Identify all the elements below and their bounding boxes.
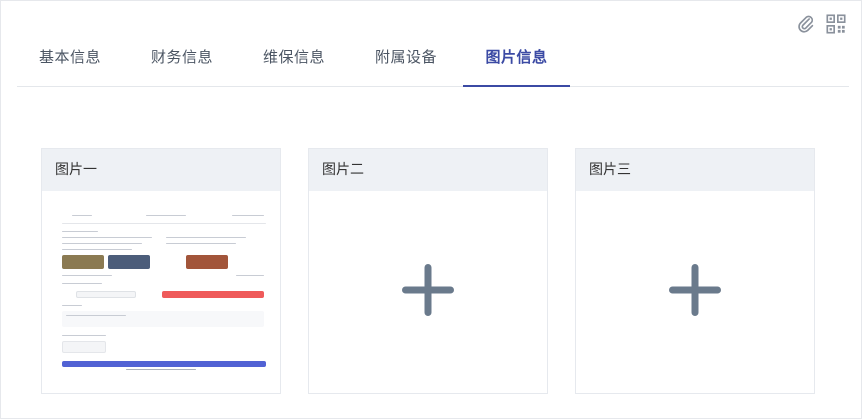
plus-icon[interactable] — [402, 264, 454, 316]
top-actions — [795, 13, 847, 35]
upload-area[interactable] — [309, 191, 547, 393]
image-card-1: 图片一 — [41, 148, 281, 394]
tab-finance-info[interactable]: 财务信息 — [129, 46, 235, 86]
card-title: 图片一 — [42, 149, 280, 191]
image-card-2: 图片二 — [308, 148, 548, 394]
tab-bar: 基本信息 财务信息 维保信息 附属设备 图片信息 — [17, 41, 849, 87]
active-tab-indicator — [463, 85, 570, 87]
tab-image-info[interactable]: 图片信息 — [463, 46, 570, 86]
tab-maintenance-info[interactable]: 维保信息 — [241, 46, 347, 86]
paperclip-icon[interactable] — [795, 13, 817, 35]
card-title: 图片三 — [576, 149, 814, 191]
image-preview[interactable] — [42, 191, 280, 393]
screenshot-thumbnail — [56, 209, 266, 370]
qrcode-icon[interactable] — [825, 13, 847, 35]
equipment-detail-panel: 基本信息 财务信息 维保信息 附属设备 图片信息 图片一 图片二 图片三 — [0, 0, 862, 419]
upload-area[interactable] — [576, 191, 814, 393]
card-title: 图片二 — [309, 149, 547, 191]
plus-icon[interactable] — [669, 264, 721, 316]
tab-basic-info[interactable]: 基本信息 — [17, 46, 123, 86]
tab-accessory-equipment[interactable]: 附属设备 — [353, 46, 459, 86]
image-card-3: 图片三 — [575, 148, 815, 394]
